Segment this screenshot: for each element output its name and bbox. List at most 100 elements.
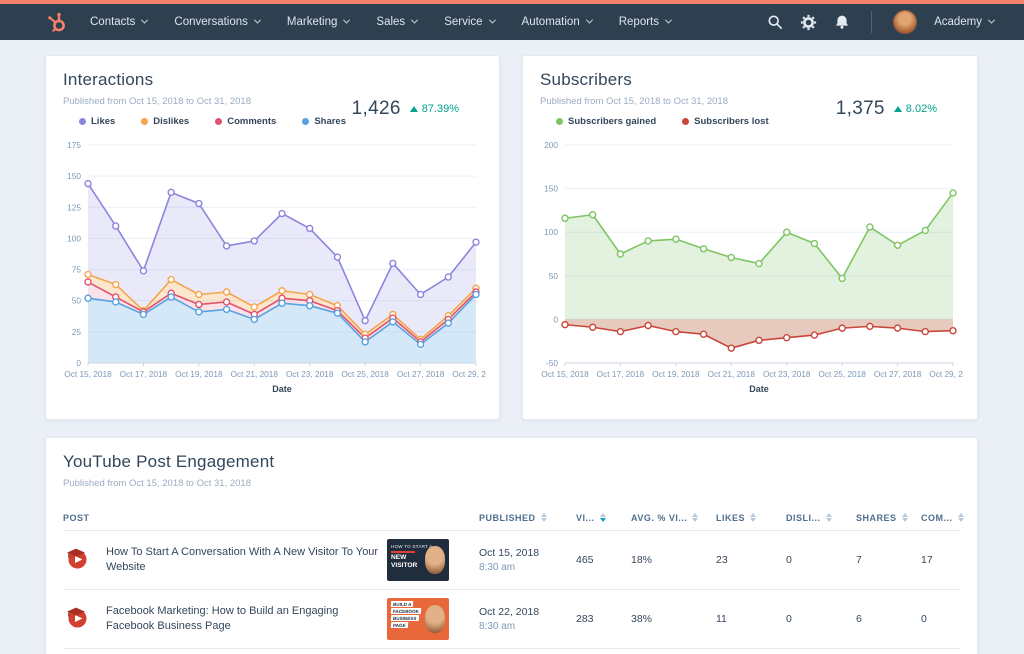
post-cell: How To Start A Conversation With A New V… xyxy=(63,539,479,581)
nav-item-sales[interactable]: Sales xyxy=(376,16,419,28)
legend-item-likes[interactable]: Likes xyxy=(79,116,115,127)
avg-views-cell: 38% xyxy=(631,613,653,625)
column-header-avgvi[interactable]: AVG. % VI... xyxy=(631,513,716,523)
legend-item-dislikes[interactable]: Dislikes xyxy=(141,116,189,127)
nav-item-label: Automation xyxy=(521,16,580,28)
legend-label: Subscribers lost xyxy=(694,116,769,127)
nav-item-label: Sales xyxy=(376,16,406,28)
table-body: How To Start A Conversation With A New V… xyxy=(63,531,960,649)
column-label: LIKES xyxy=(716,512,746,523)
thumb-text: BUSINESS xyxy=(390,615,419,621)
top-nav: Contacts Conversations Marketing Sales Servi… xyxy=(0,0,1024,40)
table-title: YouTube Post Engagement xyxy=(63,452,275,471)
legend-item-comments[interactable]: Comments xyxy=(215,116,276,127)
delta-up-icon xyxy=(409,106,418,112)
published-time: 8:30 am xyxy=(479,621,516,632)
video-thumbnail: BUILD A FACEBOOK BUSINESS PAGE xyxy=(387,598,449,640)
thumb-text: FACEBOOK xyxy=(390,608,422,614)
column-header-published[interactable]: PUBLISHED xyxy=(479,513,576,523)
comments-cell: 17 xyxy=(921,554,933,566)
legend-label: Likes xyxy=(91,116,116,127)
nav-item-automation[interactable]: Automation xyxy=(521,16,593,28)
search-icon[interactable] xyxy=(767,14,783,30)
thumb-text: BUILD A xyxy=(390,601,414,607)
nav-item-reports[interactable]: Reports xyxy=(619,16,673,28)
svg-text:200: 200 xyxy=(544,140,558,150)
user-avatar[interactable] xyxy=(893,10,918,34)
column-header-likes[interactable]: LIKES xyxy=(716,513,786,523)
interactions-title: Interactions xyxy=(63,70,154,89)
dislikes-cell: 0 xyxy=(786,613,792,625)
chevron-down-icon xyxy=(987,16,996,24)
sort-icon xyxy=(599,512,606,523)
avg-views-cell: 18% xyxy=(631,554,653,566)
svg-text:Oct 23, 2018: Oct 23, 2018 xyxy=(286,369,334,379)
column-header-disli[interactable]: DISLI... xyxy=(786,513,856,523)
subscribers-card: Subscribers Published from Oct 15, 2018 … xyxy=(522,55,978,420)
post-title-link[interactable]: How To Start A Conversation With A New V… xyxy=(106,545,387,575)
legend-item-shares[interactable]: Shares xyxy=(302,116,346,127)
svg-text:Oct 27, 2018: Oct 27, 2018 xyxy=(874,369,922,379)
column-header-vi[interactable]: VI... xyxy=(576,513,631,523)
column-header-shares[interactable]: SHARES xyxy=(856,513,921,523)
engagement-table: POST PUBLISHED VI... AVG. % VI... LIKES DISLI… xyxy=(46,505,977,649)
column-label: VI... xyxy=(576,512,595,523)
shares-cell: 6 xyxy=(856,613,862,625)
interactions-total: 1,426 xyxy=(351,98,401,119)
nav-item-marketing[interactable]: Marketing xyxy=(286,16,351,28)
subscribers-metric: 1,375 8.02% xyxy=(836,98,937,120)
interactions-chart: 0 25 50 75 100 125 150 175 Oct 15, 2018 Oct 17, 2… xyxy=(64,140,486,394)
notifications-bell-icon[interactable] xyxy=(834,14,850,30)
column-label: SHARES xyxy=(856,512,897,523)
svg-text:150: 150 xyxy=(67,171,81,181)
sort-icon xyxy=(957,512,964,523)
legend-dot xyxy=(682,118,690,125)
hubspot-logo-icon[interactable] xyxy=(44,10,68,34)
chevron-down-icon xyxy=(343,16,351,24)
table-subtitle: Published from Oct 15, 2018 to Oct 31, 2… xyxy=(63,478,252,489)
legend-label: Shares xyxy=(314,116,346,127)
svg-text:50: 50 xyxy=(72,296,82,306)
comments-cell: 0 xyxy=(921,613,927,625)
svg-text:0: 0 xyxy=(553,314,558,324)
published-cell: Oct 15, 2018 8:30 am xyxy=(479,547,576,573)
legend-dot xyxy=(141,118,149,125)
published-date: Oct 15, 2018 xyxy=(479,547,540,559)
chevron-down-icon xyxy=(664,16,673,24)
nav-item-label: Marketing xyxy=(286,16,338,28)
svg-text:75: 75 xyxy=(72,265,82,275)
svg-text:100: 100 xyxy=(67,233,81,243)
chevron-down-icon xyxy=(141,16,149,24)
svg-text:25: 25 xyxy=(72,327,82,337)
svg-text:100: 100 xyxy=(544,227,558,237)
svg-text:0: 0 xyxy=(76,358,81,368)
academy-youtube-badge-icon xyxy=(63,544,90,576)
column-label: COM... xyxy=(921,512,953,523)
table-row: How To Start A Conversation With A New V… xyxy=(63,531,960,590)
chevron-down-icon xyxy=(488,16,496,24)
sort-icon xyxy=(901,512,908,523)
thumbnail-face xyxy=(425,605,445,633)
interactions-delta: 87.39% xyxy=(421,103,459,115)
nav-item-service[interactable]: Service xyxy=(444,16,496,28)
column-header-com[interactable]: COM... xyxy=(921,513,964,523)
svg-text:Oct 19, 2018: Oct 19, 2018 xyxy=(652,369,700,379)
column-label: AVG. % VI... xyxy=(631,512,688,523)
legend-item-subscribers-lost[interactable]: Subscribers lost xyxy=(682,116,769,127)
svg-text:Oct 25, 2018: Oct 25, 2018 xyxy=(341,369,389,379)
thumb-text: PAGE xyxy=(390,622,408,628)
legend-label: Comments xyxy=(227,116,277,127)
academy-menu[interactable]: Academy xyxy=(934,16,996,28)
legend-item-subscribers-gained[interactable]: Subscribers gained xyxy=(556,116,656,127)
svg-text:Oct 23, 2018: Oct 23, 2018 xyxy=(763,369,811,379)
nav-item-contacts[interactable]: Contacts xyxy=(90,16,149,28)
svg-text:150: 150 xyxy=(544,184,558,194)
settings-gear-icon[interactable] xyxy=(800,14,817,31)
views-cell: 465 xyxy=(576,554,594,566)
table-header-row: POST PUBLISHED VI... AVG. % VI... LIKES DISLI… xyxy=(63,505,964,531)
academy-youtube-badge-icon xyxy=(63,603,90,635)
post-title-link[interactable]: Facebook Marketing: How to Build an Enga… xyxy=(106,604,387,634)
nav-item-conversations[interactable]: Conversations xyxy=(174,16,261,28)
column-label: DISLI... xyxy=(786,512,821,523)
chevron-down-icon xyxy=(411,16,419,24)
